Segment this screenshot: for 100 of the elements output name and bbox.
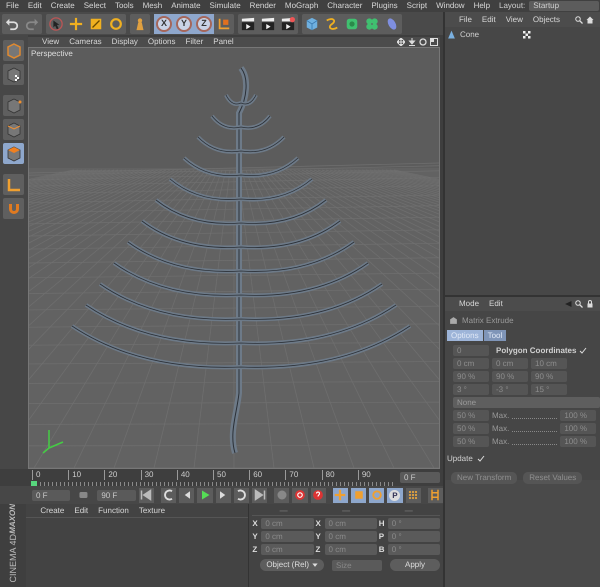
spline-icon[interactable] xyxy=(325,16,339,31)
next-key-icon[interactable] xyxy=(235,489,248,502)
menu-item[interactable]: Help xyxy=(474,1,490,11)
menu-item[interactable]: MoGraph xyxy=(284,1,318,11)
menu-item[interactable]: Panel xyxy=(213,37,234,47)
frame-number: 40 xyxy=(176,470,214,480)
skip-end-icon[interactable] xyxy=(254,489,266,502)
caret-icon[interactable] xyxy=(312,562,318,568)
search-icon[interactable] xyxy=(575,300,583,308)
start-frame-field[interactable]: 0 F xyxy=(32,490,70,501)
menu-item[interactable]: Mode xyxy=(459,299,480,309)
menu-item[interactable]: Edit xyxy=(28,1,42,11)
checkered-tag-icon xyxy=(523,30,532,39)
end-frame-field[interactable]: 90 F xyxy=(97,490,136,501)
option-label: Update xyxy=(447,454,473,464)
menu-item[interactable]: Animate xyxy=(171,1,201,11)
cube-icon[interactable] xyxy=(305,16,319,31)
menu-item[interactable]: View xyxy=(506,14,523,24)
menu-item[interactable]: File xyxy=(6,1,19,11)
axis-label: Z xyxy=(252,545,258,555)
search-icon[interactable] xyxy=(575,16,583,24)
cube-polygon-icon[interactable] xyxy=(6,146,22,162)
move-view-icon[interactable] xyxy=(397,38,405,46)
scale-icon[interactable] xyxy=(89,16,103,31)
coordinate-system-icon[interactable] xyxy=(217,16,231,31)
menu-item[interactable]: Tools xyxy=(114,1,134,11)
frame-number: 20 xyxy=(104,470,141,480)
axis-lock-button[interactable]: X xyxy=(156,16,172,32)
frame-number: 70 xyxy=(285,470,322,480)
help-icon[interactable] xyxy=(312,489,324,502)
column-header: — xyxy=(342,506,350,516)
clapperboard-icon[interactable] xyxy=(241,16,255,31)
frame-field[interactable]: 0 F xyxy=(400,472,440,484)
checkered-cube-icon[interactable] xyxy=(6,66,22,83)
rotate-view-icon[interactable] xyxy=(419,38,427,46)
timeline-ruler[interactable]: 0 10 20 30 40 50 60 70 80 90 xyxy=(32,470,394,486)
menu-item[interactable]: Function xyxy=(98,506,129,516)
frame-number: 0 xyxy=(32,470,68,480)
lock-icon[interactable] xyxy=(586,300,594,308)
menu-item[interactable]: Select xyxy=(84,1,106,11)
move-icon[interactable] xyxy=(69,16,83,31)
menu-item[interactable]: Objects xyxy=(532,14,560,24)
undo-icon[interactable] xyxy=(5,16,19,31)
rotate-icon[interactable] xyxy=(109,16,123,31)
checkmark-icon[interactable] xyxy=(579,346,588,355)
cube-edge-icon[interactable] xyxy=(6,122,22,138)
skip-start-icon[interactable] xyxy=(140,489,152,502)
menu-item[interactable]: Script xyxy=(406,1,428,11)
apply-button[interactable]: Apply xyxy=(390,559,440,572)
axis-icon[interactable] xyxy=(6,176,22,193)
menu-item[interactable]: Create xyxy=(40,506,64,516)
clapperboard-icon[interactable] xyxy=(281,16,295,31)
object-name[interactable]: Cone xyxy=(460,30,480,40)
maximize-icon[interactable] xyxy=(430,38,438,46)
menu-item[interactable]: Cameras xyxy=(69,37,102,47)
axis-label: B xyxy=(378,545,386,555)
parameter-key-button[interactable]: P xyxy=(389,490,400,501)
frame-number: 80 xyxy=(322,470,358,480)
menu-item[interactable]: Window xyxy=(436,1,465,11)
zoom-view-icon[interactable] xyxy=(408,38,416,46)
playhead[interactable] xyxy=(31,480,37,486)
menu-item[interactable]: Filter xyxy=(185,37,204,47)
home-icon[interactable] xyxy=(586,16,594,24)
product-logo: CINEMA 4D xyxy=(8,534,19,583)
previous-key-icon[interactable] xyxy=(162,489,175,502)
camera-label: Perspective xyxy=(31,48,73,58)
menu-item[interactable]: Plugins xyxy=(371,1,398,11)
frame-number: 30 xyxy=(140,470,177,480)
layout-dropdown[interactable]: Startup xyxy=(529,1,600,11)
axis-label: Y xyxy=(252,532,259,542)
menu-item[interactable]: Character xyxy=(327,1,362,11)
axis-label: X xyxy=(316,519,322,529)
menu-item[interactable]: Edit xyxy=(482,14,496,24)
column-header: — xyxy=(280,506,288,516)
menu-item[interactable]: Create xyxy=(50,1,75,11)
frame-number: 10 xyxy=(68,470,104,480)
menu-item[interactable]: Edit xyxy=(489,299,503,309)
menu-item[interactable]: Edit xyxy=(74,506,88,516)
axis-gizmo-icon xyxy=(42,428,64,454)
record-icon[interactable] xyxy=(294,489,306,502)
axis-lock-button[interactable]: Y xyxy=(176,16,192,32)
menu-item[interactable]: Texture xyxy=(138,506,166,516)
axis-label: Z xyxy=(316,545,322,555)
cube-point-icon[interactable] xyxy=(6,98,22,114)
menu-item[interactable]: Simulate xyxy=(210,1,241,11)
menu-item[interactable]: Render xyxy=(250,1,276,11)
clapperboard-icon[interactable] xyxy=(261,16,275,31)
menu-item[interactable]: Mesh xyxy=(142,1,162,11)
menu-item[interactable]: File xyxy=(459,14,472,24)
menu-item[interactable]: Display xyxy=(112,37,138,47)
range-label: Max. xyxy=(492,410,510,420)
axis-label: H xyxy=(378,519,386,529)
axis-lock-button[interactable]: Z xyxy=(196,16,212,32)
checkmark-icon[interactable] xyxy=(476,454,485,463)
mode-dropdown[interactable]: Object (Rel) xyxy=(260,559,324,572)
range-label: Max. xyxy=(492,436,510,446)
menu-item[interactable]: Options xyxy=(148,37,176,47)
cone-icon xyxy=(447,30,456,40)
axis-label: P xyxy=(378,532,386,542)
menu-item[interactable]: View xyxy=(42,37,60,47)
